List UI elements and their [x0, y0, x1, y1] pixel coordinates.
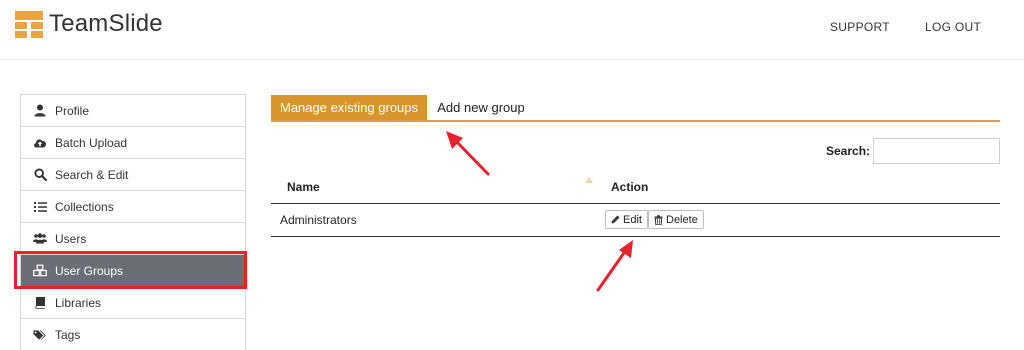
sidebar-item-label: Users: [55, 231, 87, 246]
brand-logo[interactable]: TeamSlide: [15, 10, 163, 38]
edit-button[interactable]: Edit: [605, 210, 648, 229]
book-icon: [33, 296, 47, 310]
group-name-cell: Administrators: [280, 213, 357, 227]
logout-link[interactable]: LOG OUT: [925, 20, 981, 34]
brand-name: TeamSlide: [49, 10, 163, 37]
tags-icon: [33, 328, 47, 342]
sidebar-item-tags[interactable]: Tags: [21, 319, 245, 350]
sidebar-item-label: Search & Edit: [55, 167, 129, 182]
sidebar-item-profile[interactable]: Profile: [21, 95, 245, 127]
pencil-icon: [611, 215, 620, 224]
users-icon: [33, 232, 47, 246]
top-header: TeamSlide SUPPORT LOG OUT: [0, 0, 1024, 60]
sidebar-item-label: Collections: [55, 199, 114, 214]
column-header-action: Action: [611, 180, 649, 194]
sidebar-item-label: Tags: [55, 328, 81, 342]
arrow-to-edit-icon: [596, 240, 633, 292]
user-icon: [33, 104, 47, 118]
edit-button-label: Edit: [623, 213, 642, 226]
sidebar-item-label: Batch Upload: [55, 135, 128, 150]
column-header-name[interactable]: Name: [287, 180, 320, 194]
sidebar-item-collections[interactable]: Collections: [21, 191, 245, 223]
trash-icon: [654, 215, 663, 225]
arrow-to-tab-icon: [446, 131, 490, 176]
table-header: Name Action: [271, 170, 1000, 204]
sidebar-item-batch-upload[interactable]: Batch Upload: [21, 127, 245, 159]
search-input[interactable]: [873, 138, 1000, 164]
logo-mark-icon: [15, 10, 43, 38]
tab-manage-existing-groups[interactable]: Manage existing groups: [271, 95, 427, 120]
annotation-highlight-box: [14, 251, 247, 289]
search-label: Search:: [826, 144, 871, 158]
sidebar-item-search-edit[interactable]: Search & Edit: [21, 159, 245, 191]
delete-button-label: Delete: [666, 213, 698, 226]
support-link[interactable]: SUPPORT: [830, 20, 890, 34]
delete-button[interactable]: Delete: [648, 210, 704, 229]
search-icon: [33, 168, 47, 182]
cloud-upload-icon: [33, 136, 47, 150]
sidebar-item-label: Libraries: [55, 295, 102, 310]
tab-bar: Manage existing groups Add new group: [271, 95, 1000, 122]
sidebar-menu: Profile Batch Upload Search & Edit Colle…: [20, 94, 246, 350]
sidebar-item-libraries[interactable]: Libraries: [21, 287, 245, 319]
list-ordered-icon: [33, 200, 47, 214]
sidebar-item-label: Profile: [55, 103, 90, 118]
sort-indicator-icon[interactable]: [585, 177, 593, 183]
tab-add-new-group[interactable]: Add new group: [427, 95, 535, 120]
table-row: Administrators Edit Delete: [271, 204, 1000, 237]
